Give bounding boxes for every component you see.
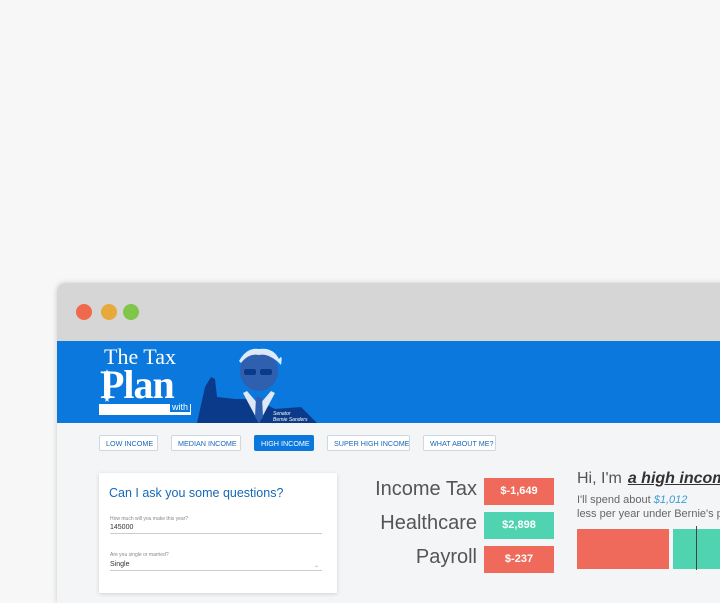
greeting-text: Hi, I'm bbox=[577, 470, 622, 487]
stars-icon bbox=[104, 369, 112, 405]
spend-prefix: I'll spend about bbox=[577, 494, 651, 506]
logo-with-bar: with bbox=[99, 402, 191, 415]
marital-status-value: Single bbox=[110, 561, 130, 568]
marital-status-select[interactable]: Single ⌄ bbox=[110, 561, 322, 571]
comparison-divider bbox=[696, 526, 697, 570]
tab-low-income[interactable]: LOW INCOME bbox=[99, 435, 158, 451]
category-label: Payroll bbox=[415, 546, 477, 568]
category-value: $2,898 bbox=[484, 512, 554, 539]
questions-title: Can I ask you some questions? bbox=[109, 486, 284, 500]
tab-super-high-income[interactable]: SUPER HIGH INCOME bbox=[327, 435, 410, 451]
category-row-income-tax: Income Tax $-1,649 bbox=[357, 478, 557, 506]
category-row-healthcare: Healthcare $2,898 bbox=[357, 512, 557, 540]
maximize-window-button[interactable] bbox=[123, 304, 139, 320]
logo-with-label: with bbox=[169, 402, 190, 412]
category-row-payroll: Payroll $-237 bbox=[357, 546, 557, 574]
spend-suffix: less per year under Bernie's p bbox=[577, 508, 720, 520]
portrait-caption: Senator Bernie Sanders bbox=[273, 411, 307, 423]
income-input[interactable]: 145000 bbox=[110, 524, 322, 534]
tab-high-income[interactable]: HIGH INCOME bbox=[254, 435, 314, 451]
spend-summary: I'll spend about $1,012 bbox=[577, 494, 687, 506]
browser-window: The Tax Plan with Senator Bernie Sanders… bbox=[57, 283, 720, 603]
category-label: Healthcare bbox=[380, 512, 477, 534]
site-banner: The Tax Plan with Senator Bernie Sanders bbox=[57, 341, 720, 423]
spend-amount: $1,012 bbox=[653, 494, 688, 506]
comparison-bar-negative bbox=[577, 529, 669, 569]
chevron-down-icon: ⌄ bbox=[313, 563, 319, 569]
income-question-label: How much will you make this year? bbox=[110, 516, 189, 522]
main-content: LOW INCOME MEDIAN INCOME HIGH INCOME SUP… bbox=[57, 423, 720, 603]
category-value: $-237 bbox=[484, 546, 554, 573]
tab-median-income[interactable]: MEDIAN INCOME bbox=[171, 435, 241, 451]
window-titlebar bbox=[57, 283, 720, 341]
greeting-heading: Hi, I'm a high income bbox=[577, 470, 720, 488]
close-window-button[interactable] bbox=[76, 304, 92, 320]
questions-card: Can I ask you some questions? How much w… bbox=[99, 473, 337, 593]
persona-link[interactable]: a high income bbox=[628, 470, 720, 487]
category-value: $-1,649 bbox=[484, 478, 554, 505]
minimize-window-button[interactable] bbox=[101, 304, 117, 320]
tab-what-about-me[interactable]: WHAT ABOUT ME? bbox=[423, 435, 496, 451]
marital-question-label: Are you single or married? bbox=[110, 552, 169, 558]
category-label: Income Tax bbox=[375, 478, 477, 500]
